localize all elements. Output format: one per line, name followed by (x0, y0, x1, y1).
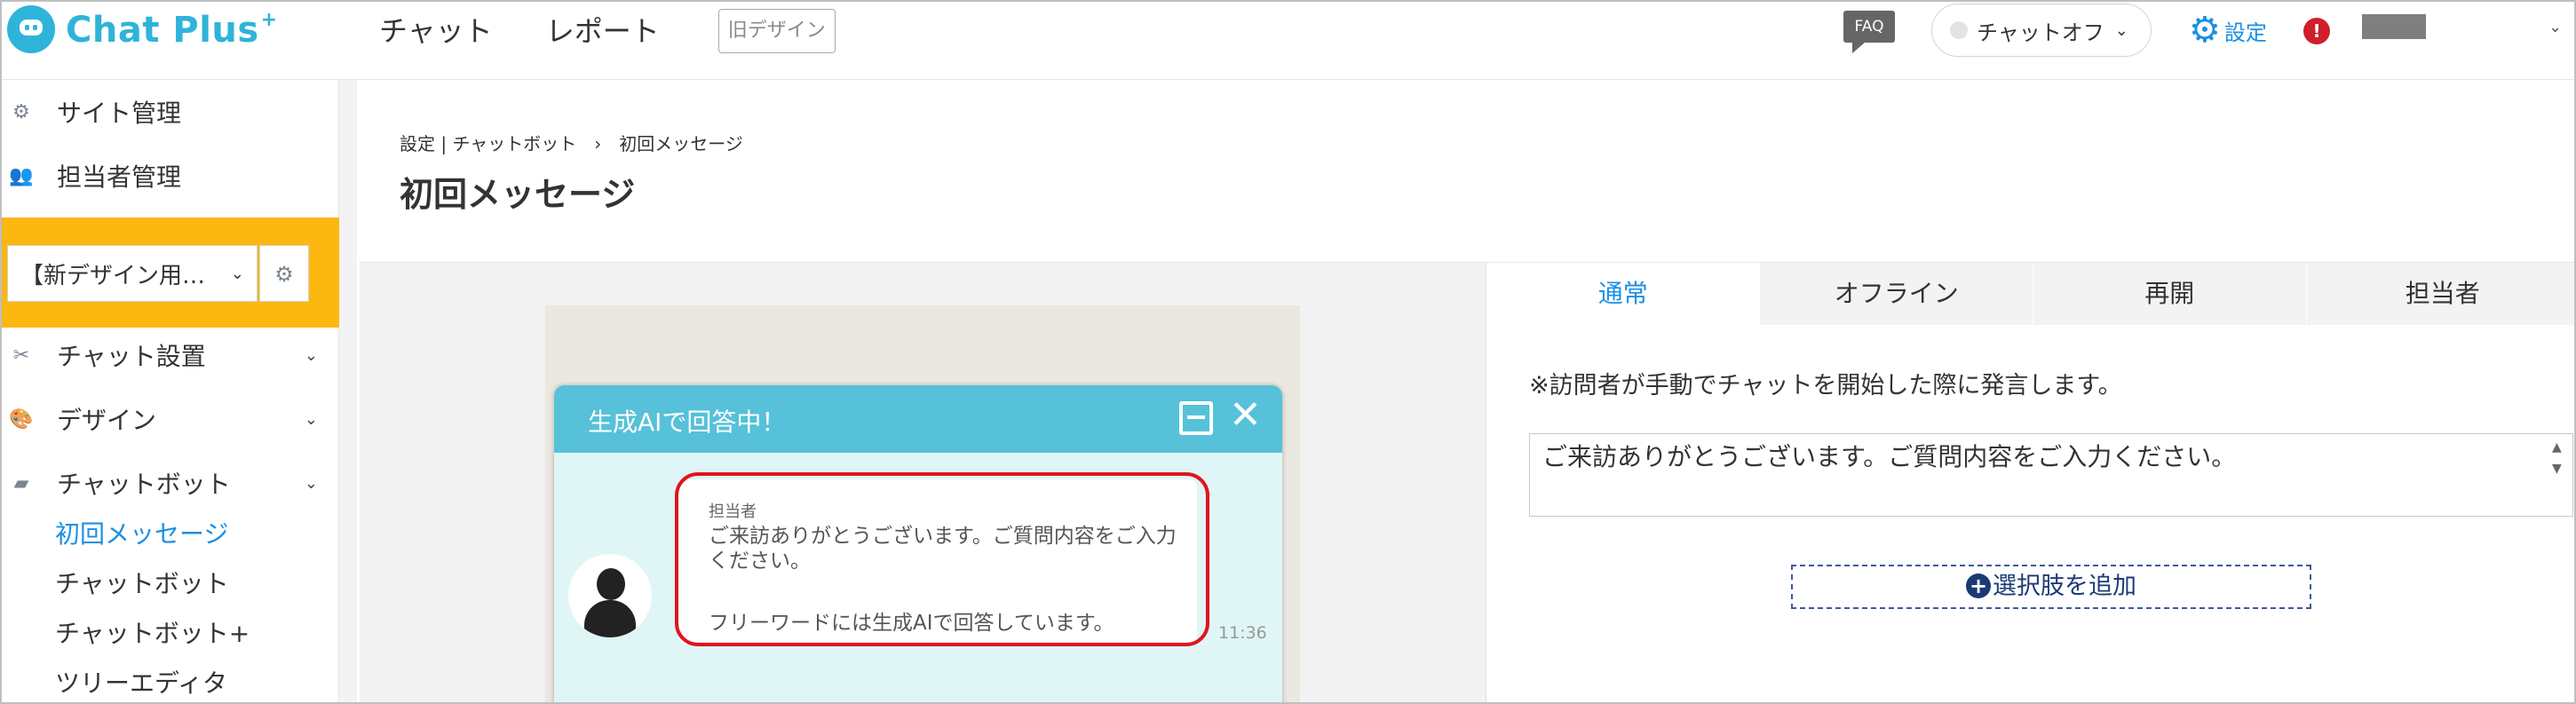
tools-icon: ✂ (12, 344, 30, 367)
site-select-value: 【新デザイン用… (20, 262, 206, 289)
plus-circle-icon: + (1966, 573, 1991, 598)
chat-status-label: チャットオフ (1977, 20, 2104, 45)
tab-staff[interactable]: 担当者 (2305, 263, 2574, 325)
sidebar-subitem-first-message[interactable]: 初回メッセージ (55, 515, 228, 550)
chevron-down-icon: ⌄ (230, 264, 244, 283)
chevron-down-icon: ⌄ (304, 345, 318, 365)
nav-chat[interactable]: チャット (379, 12, 493, 51)
sidebar-subitem-chatbot[interactable]: チャットボット (55, 565, 229, 600)
sidebar-subitem-chatbot-plus[interactable]: チャットボット+ (55, 614, 250, 650)
sidebar-item-site-admin[interactable]: ⚙ サイト管理 (2, 92, 339, 131)
gear-icon: ⚙ (2189, 10, 2221, 51)
sidebar-item-chat-setup[interactable]: ✂ チャット設置 ⌄ (2, 336, 339, 375)
status-dot-icon (1950, 21, 1968, 39)
top-header: Chat Plus+ チャット レポート 旧デザイン FAQ チャットオフ ⌄ … (2, 2, 2574, 80)
page-header: 設定 | チャットボット › 初回メッセージ 初回メッセージ (360, 80, 2574, 263)
chevron-down-icon: ⌄ (304, 409, 318, 429)
tab-offline[interactable]: オフライン (1759, 263, 2033, 325)
sidebar-item-label: サイト管理 (57, 99, 182, 128)
close-icon[interactable]: ✕ (1229, 396, 1262, 435)
settings-label: 設定 (2223, 20, 2267, 45)
sidebar-scrollbar[interactable] (339, 80, 357, 702)
add-choice-label: 選択肢を追加 (1993, 573, 2136, 600)
operator-avatar-icon (568, 554, 652, 637)
gears-icon: ⚙ (12, 100, 30, 123)
chevron-down-icon: ⌄ (304, 473, 318, 493)
minimize-icon[interactable] (1179, 401, 1213, 435)
site-settings-gear-icon[interactable]: ⚙ (259, 245, 309, 302)
chat-bubbles-icon: ▰ (13, 471, 29, 494)
sidebar-item-label: チャット設置 (57, 342, 206, 371)
users-icon: 👥 (9, 164, 34, 187)
sidebar-item-design[interactable]: 🎨 デザイン ⌄ (2, 399, 339, 439)
app-window: Chat Plus+ チャット レポート 旧デザイン FAQ チャットオフ ⌄ … (0, 0, 2576, 704)
top-nav: チャット レポート 旧デザイン (379, 9, 836, 53)
sidebar-item-staff-admin[interactable]: 👥 担当者管理 (2, 156, 339, 195)
chat-status-dropdown[interactable]: チャットオフ ⌄ (1931, 4, 2152, 57)
highlight-outline (675, 472, 1209, 646)
message-textarea[interactable]: ご来訪ありがとうございます。ご質問内容をご入力ください。 (1529, 433, 2573, 517)
logo-text: Chat Plus+ (66, 8, 278, 51)
message-settings-panel: 通常 オフライン 再開 担当者 ※訪問者が手動でチャットを開始した際に発言します… (1486, 263, 2574, 702)
user-name-redacted[interactable] (2362, 14, 2426, 39)
widget-header: 生成AIで回答中！ ✕ (554, 385, 1282, 453)
tab-normal[interactable]: 通常 (1486, 263, 1760, 325)
faq-icon[interactable]: FAQ (1843, 11, 1895, 53)
message-time: 11:36 (1218, 623, 1267, 643)
instruction-note: ※訪問者が手動でチャットを開始した際に発言します。 (1529, 372, 2122, 399)
chat-logo-icon (7, 5, 55, 53)
logo[interactable]: Chat Plus+ (7, 5, 278, 53)
textarea-scroll-arrows-icon[interactable]: ▲ ▼ (2552, 437, 2562, 479)
alert-icon[interactable]: ! (2303, 18, 2330, 44)
site-select-dropdown[interactable]: 【新デザイン用… ⌄ (7, 245, 258, 302)
tab-resume[interactable]: 再開 (2032, 263, 2306, 325)
old-design-button[interactable]: 旧デザイン (717, 9, 836, 53)
user-menu-chevron-icon[interactable]: ⌄ (2548, 18, 2562, 36)
textarea-line: ご来訪ありがとうございます。ご質問内容をご入力ください。 (1542, 442, 2237, 471)
sidebar-item-label: デザイン (57, 406, 157, 435)
breadcrumb[interactable]: 設定 | チャットボット › 初回メッセージ (400, 130, 743, 155)
nav-report[interactable]: レポート (546, 12, 660, 51)
page-title: 初回メッセージ (400, 175, 636, 214)
message-tabs: 通常 オフライン 再開 担当者 (1486, 263, 2574, 325)
sidebar-subitem-tree-editor[interactable]: ツリーエディタ (55, 664, 227, 700)
add-choice-button[interactable]: + 選択肢を追加 (1791, 565, 2311, 609)
sidebar-item-chatbot[interactable]: ▰ チャットボット ⌄ (2, 463, 339, 502)
sidebar-item-label: チャットボット (57, 470, 231, 499)
chevron-down-icon: ⌄ (2114, 20, 2128, 40)
palette-icon: 🎨 (9, 407, 34, 431)
widget-title: 生成AIで回答中！ (588, 407, 787, 437)
sidebar-item-label: 担当者管理 (57, 162, 182, 192)
settings-link[interactable]: ⚙ 設定 (2189, 12, 2267, 48)
